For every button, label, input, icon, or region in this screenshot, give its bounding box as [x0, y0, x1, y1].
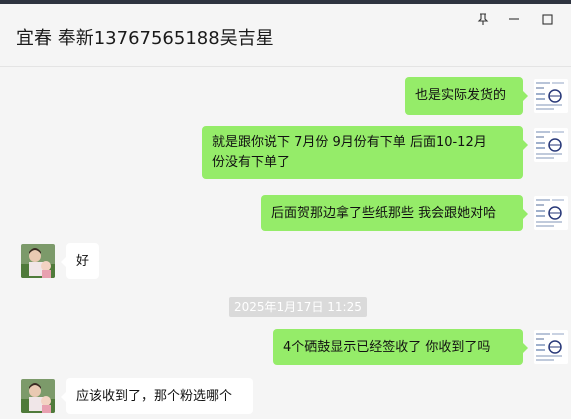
- message-bubble-outgoing[interactable]: 就是跟你说下 7月份 9月份有下单 后面10-12月 份没有下单了: [202, 126, 528, 179]
- avatar-image: [21, 244, 55, 278]
- message-text: 应该收到了，那个粉选哪个: [76, 389, 233, 404]
- chat-header: 宜春 奉新13767565188吴吉星: [0, 4, 571, 67]
- timestamp-separator: 2025年1月17日 11:25: [229, 297, 367, 317]
- my-avatar[interactable]: [534, 330, 568, 364]
- pin-button[interactable]: [466, 8, 500, 30]
- chat-title[interactable]: 宜春 奉新13767565188吴吉星: [16, 24, 274, 50]
- avatar-image: [534, 330, 568, 364]
- pin-icon: [477, 12, 489, 26]
- minimize-button[interactable]: [497, 8, 531, 30]
- message-text: 也是实际发货的: [415, 88, 507, 103]
- contact-avatar[interactable]: [21, 244, 55, 278]
- my-avatar[interactable]: [534, 128, 568, 162]
- maximize-button[interactable]: [530, 8, 564, 30]
- message-text-line: 就是跟你说下 7月份 9月份有下单 后面10-12月: [212, 135, 487, 150]
- avatar-image: [534, 128, 568, 162]
- my-avatar[interactable]: [534, 79, 568, 113]
- message-list[interactable]: 也是实际发货的 就是跟你说下 7月份 9月份有下单 后面10-12月 份没有下单…: [0, 67, 571, 419]
- contact-avatar[interactable]: [21, 379, 55, 413]
- avatar-image: [534, 196, 568, 230]
- message-text-line: 份没有下单了: [212, 155, 291, 170]
- message-text: 好: [76, 254, 90, 269]
- message-bubble-outgoing[interactable]: 后面贺那边拿了些纸那些 我会跟她对哈: [261, 195, 528, 231]
- avatar-image: [21, 379, 55, 413]
- my-avatar[interactable]: [534, 196, 568, 230]
- message-text: 4个硒鼓显示已经签收了 你收到了吗: [283, 340, 491, 355]
- message-bubble-incoming[interactable]: 好: [61, 243, 99, 279]
- message-bubble-outgoing[interactable]: 4个硒鼓显示已经签收了 你收到了吗: [273, 329, 528, 365]
- maximize-icon: [541, 13, 553, 25]
- minimize-icon: [508, 13, 520, 25]
- message-bubble-incoming[interactable]: 应该收到了，那个粉选哪个: [61, 378, 253, 414]
- avatar-image: [534, 79, 568, 113]
- message-bubble-outgoing[interactable]: 也是实际发货的: [405, 77, 528, 115]
- message-text: 后面贺那边拿了些纸那些 我会跟她对哈: [271, 206, 497, 221]
- chat-window: 宜春 奉新13767565188吴吉星 也是实际发货的 就是跟你说下 7月份 9…: [0, 0, 571, 419]
